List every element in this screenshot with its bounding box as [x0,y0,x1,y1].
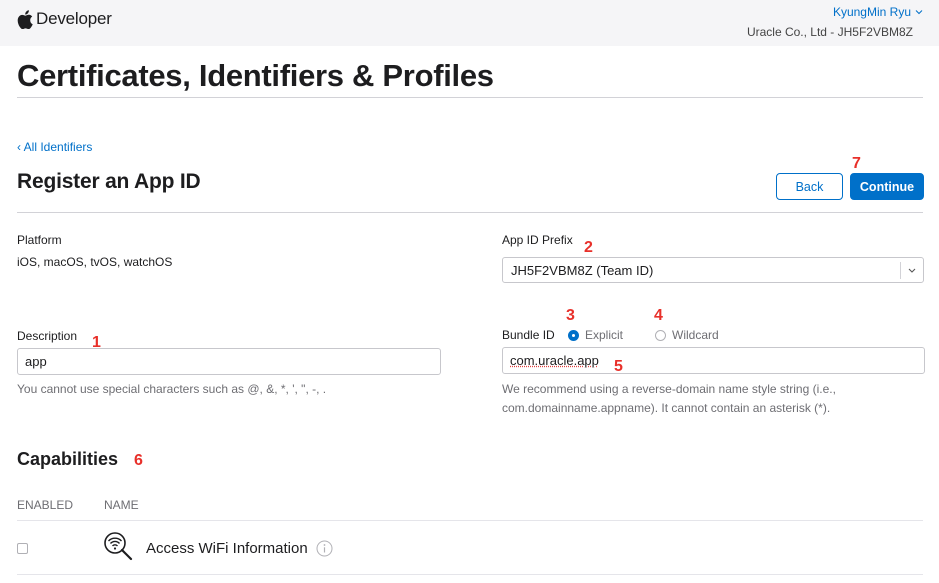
app-id-prefix-label: App ID Prefix [502,233,573,247]
platform-label: Platform [17,233,62,247]
annotation-2: 2 [584,239,593,256]
app-id-prefix-value: JH5F2VBM8Z (Team ID) [511,263,654,278]
user-name-link[interactable]: KyungMin Ryu [747,5,923,19]
annotation-5: 5 [614,358,623,375]
table-divider [17,574,923,575]
explicit-radio[interactable]: Explicit [568,328,623,342]
capability-name: Access WiFi Information [146,540,308,557]
back-button[interactable]: Back [776,173,843,200]
annotation-1: 1 [92,334,101,351]
annotation-6: 6 [134,452,143,469]
top-bar: Developer KyungMin Ryu Uracle Co., Ltd -… [0,0,939,46]
bundle-id-help-line2: com.domainname.appname). It cannot conta… [502,401,831,415]
back-link-label: All Identifiers [23,140,93,154]
select-separator [900,262,901,279]
apple-logo-icon [17,9,33,29]
wifi-magnifier-icon [104,532,133,561]
capability-checkbox[interactable] [17,543,28,554]
app-id-prefix-select[interactable]: JH5F2VBM8Z (Team ID) [502,257,924,283]
description-input[interactable] [17,348,441,375]
user-name: KyungMin Ryu [832,5,911,19]
developer-logo[interactable]: Developer [17,9,112,29]
bundle-id-help-line1: We recommend using a reverse-domain name… [502,382,836,396]
info-icon[interactable] [316,540,333,557]
bundle-id-input[interactable]: com.uracle.app [502,347,925,374]
bundle-id-value: com.uracle.app [510,353,599,368]
all-identifiers-link[interactable]: ‹ All Identifiers [17,140,92,154]
annotation-7: 7 [852,155,861,172]
annotation-4: 4 [654,307,663,324]
bundle-id-label: Bundle ID [502,328,555,342]
section-title: Register an App ID [17,170,201,193]
brand-label: Developer [36,9,112,28]
continue-button[interactable]: Continue [850,173,924,200]
divider [17,212,923,213]
description-help: You cannot use special characters such a… [17,382,327,396]
explicit-label: Explicit [585,328,624,342]
chevron-down-icon [908,268,916,273]
annotation-3: 3 [566,307,575,324]
description-label: Description [17,329,78,343]
team-name: Uracle Co., Ltd - JH5F2VBM8Z [746,25,913,39]
wildcard-radio[interactable]: Wildcard [655,328,719,342]
divider [17,97,923,98]
table-divider [17,520,923,521]
page-title: Certificates, Identifiers & Profiles [17,58,494,93]
radio-selected-icon [568,329,579,341]
column-enabled-header: ENABLED [17,498,74,512]
platform-value: iOS, macOS, tvOS, watchOS [17,255,173,269]
column-name-header: NAME [104,498,139,512]
radio-unselected-icon [655,329,666,341]
wildcard-label: Wildcard [672,328,719,342]
capabilities-title: Capabilities [17,449,119,469]
chevron-down-icon [915,10,923,15]
user-menu: KyungMin Ryu Uracle Co., Ltd - JH5F2VBM8… [747,5,923,39]
